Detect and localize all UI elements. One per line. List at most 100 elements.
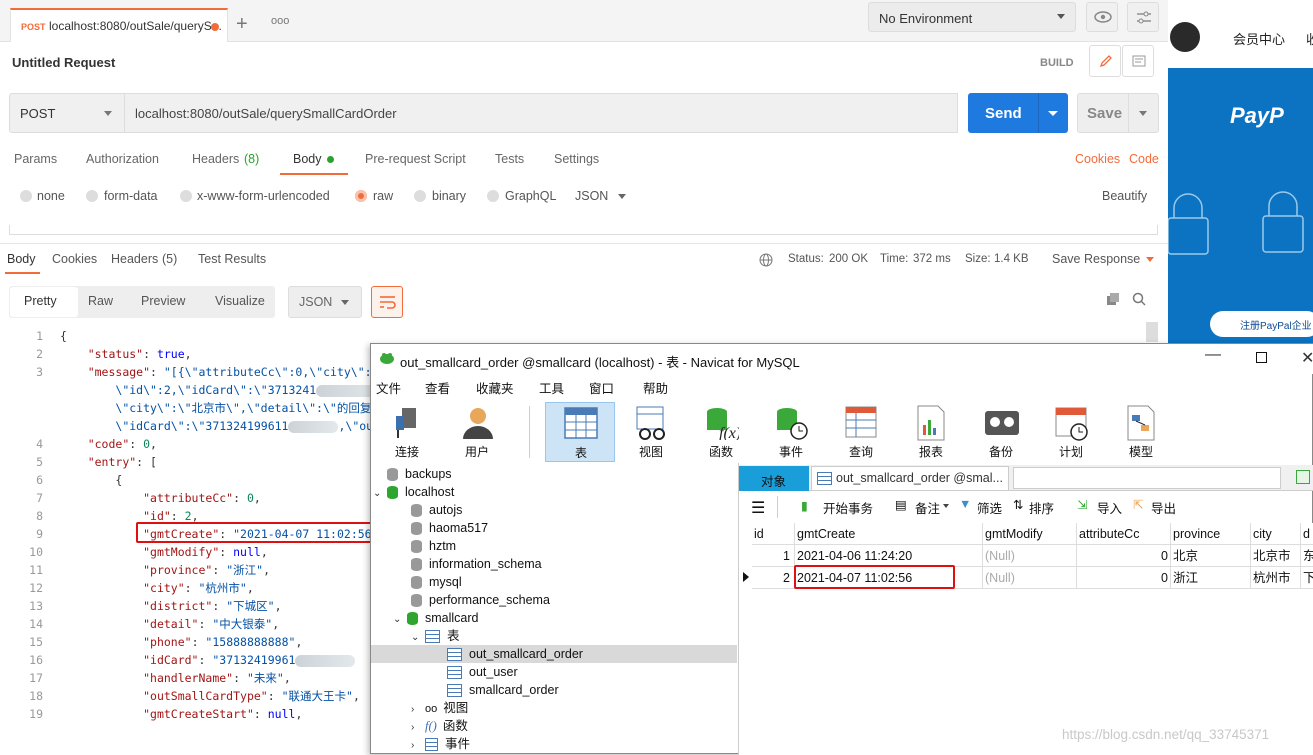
radio-raw[interactable] <box>355 190 367 202</box>
cell-city[interactable]: 杭州市 <box>1251 567 1301 589</box>
request-title[interactable]: Untitled Request <box>12 55 115 70</box>
cell-attributecc[interactable]: 0 <box>1077 545 1171 567</box>
tree-item-db[interactable]: mysql <box>411 573 462 591</box>
import-button[interactable]: 导入 <box>1097 498 1122 517</box>
column-header-id[interactable]: id <box>752 523 795 545</box>
tree-item-tables-folder[interactable]: ⌄ 表 <box>411 627 460 645</box>
paypal-register-button[interactable]: 注册PayPal企业 <box>1210 311 1313 337</box>
view-raw[interactable]: Raw <box>88 294 113 308</box>
body-format-select[interactable]: JSON <box>575 189 608 203</box>
cell-province[interactable]: 浙江 <box>1171 567 1251 589</box>
body-type-urlencoded[interactable]: x-www-form-urlencoded <box>197 189 330 203</box>
tree-item-table-out-smallcard-order[interactable]: out_smallcard_order <box>371 645 737 663</box>
paypal-banner[interactable]: PayP 注册PayPal企业 <box>1168 68 1313 343</box>
tree-item-functions[interactable]: › f() 函数 <box>411 717 468 735</box>
request-tab[interactable]: POST localhost:8080/outSale/queryS... <box>10 8 228 42</box>
toolbar-schedule[interactable]: 计划 <box>1038 402 1104 462</box>
radio-form-data[interactable] <box>86 190 98 202</box>
menu-help[interactable]: 帮助 <box>643 378 668 397</box>
body-type-raw[interactable]: raw <box>373 189 393 203</box>
avatar[interactable] <box>1170 22 1200 52</box>
more-tabs-icon[interactable]: ooo <box>271 15 289 27</box>
view-pretty[interactable]: Pretty <box>24 294 57 308</box>
radio-binary[interactable] <box>414 190 426 202</box>
chevron-down-icon[interactable] <box>1048 111 1058 116</box>
edit-button[interactable] <box>1089 45 1121 77</box>
toolbar-report[interactable]: 报表 <box>898 402 964 462</box>
settings-sliders-button[interactable] <box>1127 2 1159 32</box>
copy-icon[interactable] <box>1106 292 1120 306</box>
chevron-down-icon[interactable]: ⌄ <box>393 611 407 629</box>
tree-item-smallcard[interactable]: ⌄ smallcard <box>393 609 479 627</box>
body-type-binary[interactable]: binary <box>432 189 466 203</box>
tree-item-views[interactable]: › oo 视图 <box>411 699 468 717</box>
cut-off-link[interactable]: 收 <box>1306 29 1313 48</box>
cell-attributecc[interactable]: 0 <box>1077 567 1171 589</box>
body-type-graphql[interactable]: GraphQL <box>505 189 556 203</box>
globe-icon[interactable] <box>759 253 773 267</box>
tree-item-db[interactable]: autojs <box>411 501 462 519</box>
response-tab-body[interactable]: Body <box>7 252 36 266</box>
cell-d[interactable]: 下 <box>1301 567 1313 589</box>
tree-item-events[interactable]: › 事件 <box>411 735 470 753</box>
beautify-link[interactable]: Beautify <box>1102 189 1147 203</box>
member-center-link[interactable]: 会员中心 <box>1233 29 1285 48</box>
toolbar-table[interactable]: 表 <box>545 402 615 462</box>
chevron-right-icon[interactable]: › <box>411 737 425 755</box>
filter-button[interactable]: 筛选 <box>977 498 1002 517</box>
radio-none[interactable] <box>20 190 32 202</box>
toolbar-view[interactable]: 视图 <box>618 402 684 462</box>
chevron-down-icon[interactable]: ⌄ <box>373 485 387 503</box>
url-input[interactable]: localhost:8080/outSale/querySmallCardOrd… <box>124 93 958 133</box>
send-button[interactable]: Send <box>968 93 1068 133</box>
new-object-icon[interactable] <box>1296 470 1310 484</box>
tree-item-table-smallcard-order[interactable]: smallcard_order <box>447 681 559 699</box>
tab-table-data[interactable]: out_smallcard_order @smal... <box>811 466 1009 491</box>
tree-item-db[interactable]: performance_schema <box>411 591 550 609</box>
export-button[interactable]: 导出 <box>1151 498 1176 517</box>
tree-item-backups[interactable]: backups <box>373 465 452 483</box>
cell-gmtmodify[interactable]: (Null) <box>983 567 1077 589</box>
search-icon[interactable] <box>1132 292 1146 306</box>
tab-settings[interactable]: Settings <box>554 152 599 166</box>
tree-item-db[interactable]: haoma517 <box>411 519 488 537</box>
new-tab-plus-icon[interactable]: + <box>236 14 248 34</box>
chevron-down-icon[interactable] <box>1146 257 1154 262</box>
toolbar-user[interactable]: 用户 <box>444 402 510 462</box>
close-button[interactable]: ✕ <box>1301 348 1313 368</box>
object-search-input[interactable] <box>1013 467 1281 489</box>
table-row[interactable]: 2 <box>752 567 795 589</box>
menu-view[interactable]: 查看 <box>425 378 450 397</box>
tab-tests[interactable]: Tests <box>495 152 524 166</box>
body-type-form-data[interactable]: form-data <box>104 189 158 203</box>
column-header-province[interactable]: province <box>1171 523 1251 545</box>
tree-item-db[interactable]: information_schema <box>411 555 542 573</box>
tree-item-localhost[interactable]: ⌄ localhost <box>373 483 454 501</box>
cookies-link[interactable]: Cookies <box>1075 152 1120 166</box>
column-header-city[interactable]: city <box>1251 523 1301 545</box>
column-header-gmtmodify[interactable]: gmtModify <box>983 523 1077 545</box>
toolbar-model[interactable]: 模型 <box>1108 402 1174 462</box>
begin-transaction-button[interactable]: 开始事务 <box>823 498 873 517</box>
chevron-down-icon[interactable] <box>1139 111 1147 116</box>
minimize-button[interactable]: — <box>1205 346 1221 364</box>
cell-d[interactable]: 东 <box>1301 545 1313 567</box>
save-button[interactable]: Save <box>1077 93 1159 133</box>
toolbar-event[interactable]: 事件 <box>758 402 824 462</box>
cell-gmtmodify[interactable]: (Null) <box>983 545 1077 567</box>
tab-body[interactable]: Body <box>293 152 322 166</box>
cell-gmtcreate[interactable]: 2021-04-06 11:24:20 <box>795 545 983 567</box>
tab-pre-request-script[interactable]: Pre-request Script <box>365 152 466 166</box>
maximize-button[interactable] <box>1256 352 1267 363</box>
chevron-down-icon[interactable] <box>618 194 626 199</box>
column-header-d[interactable]: d <box>1301 523 1313 545</box>
body-type-none[interactable]: none <box>37 189 65 203</box>
cell-province[interactable]: 北京 <box>1171 545 1251 567</box>
menu-tools[interactable]: 工具 <box>539 378 564 397</box>
tab-headers[interactable]: Headers <box>192 152 239 166</box>
scrollbar[interactable] <box>1146 322 1158 342</box>
wrap-lines-button[interactable] <box>371 286 403 318</box>
tab-params[interactable]: Params <box>14 152 57 166</box>
memo-button[interactable]: 备注 <box>915 498 940 517</box>
toolbar-backup[interactable]: 备份 <box>968 402 1034 462</box>
